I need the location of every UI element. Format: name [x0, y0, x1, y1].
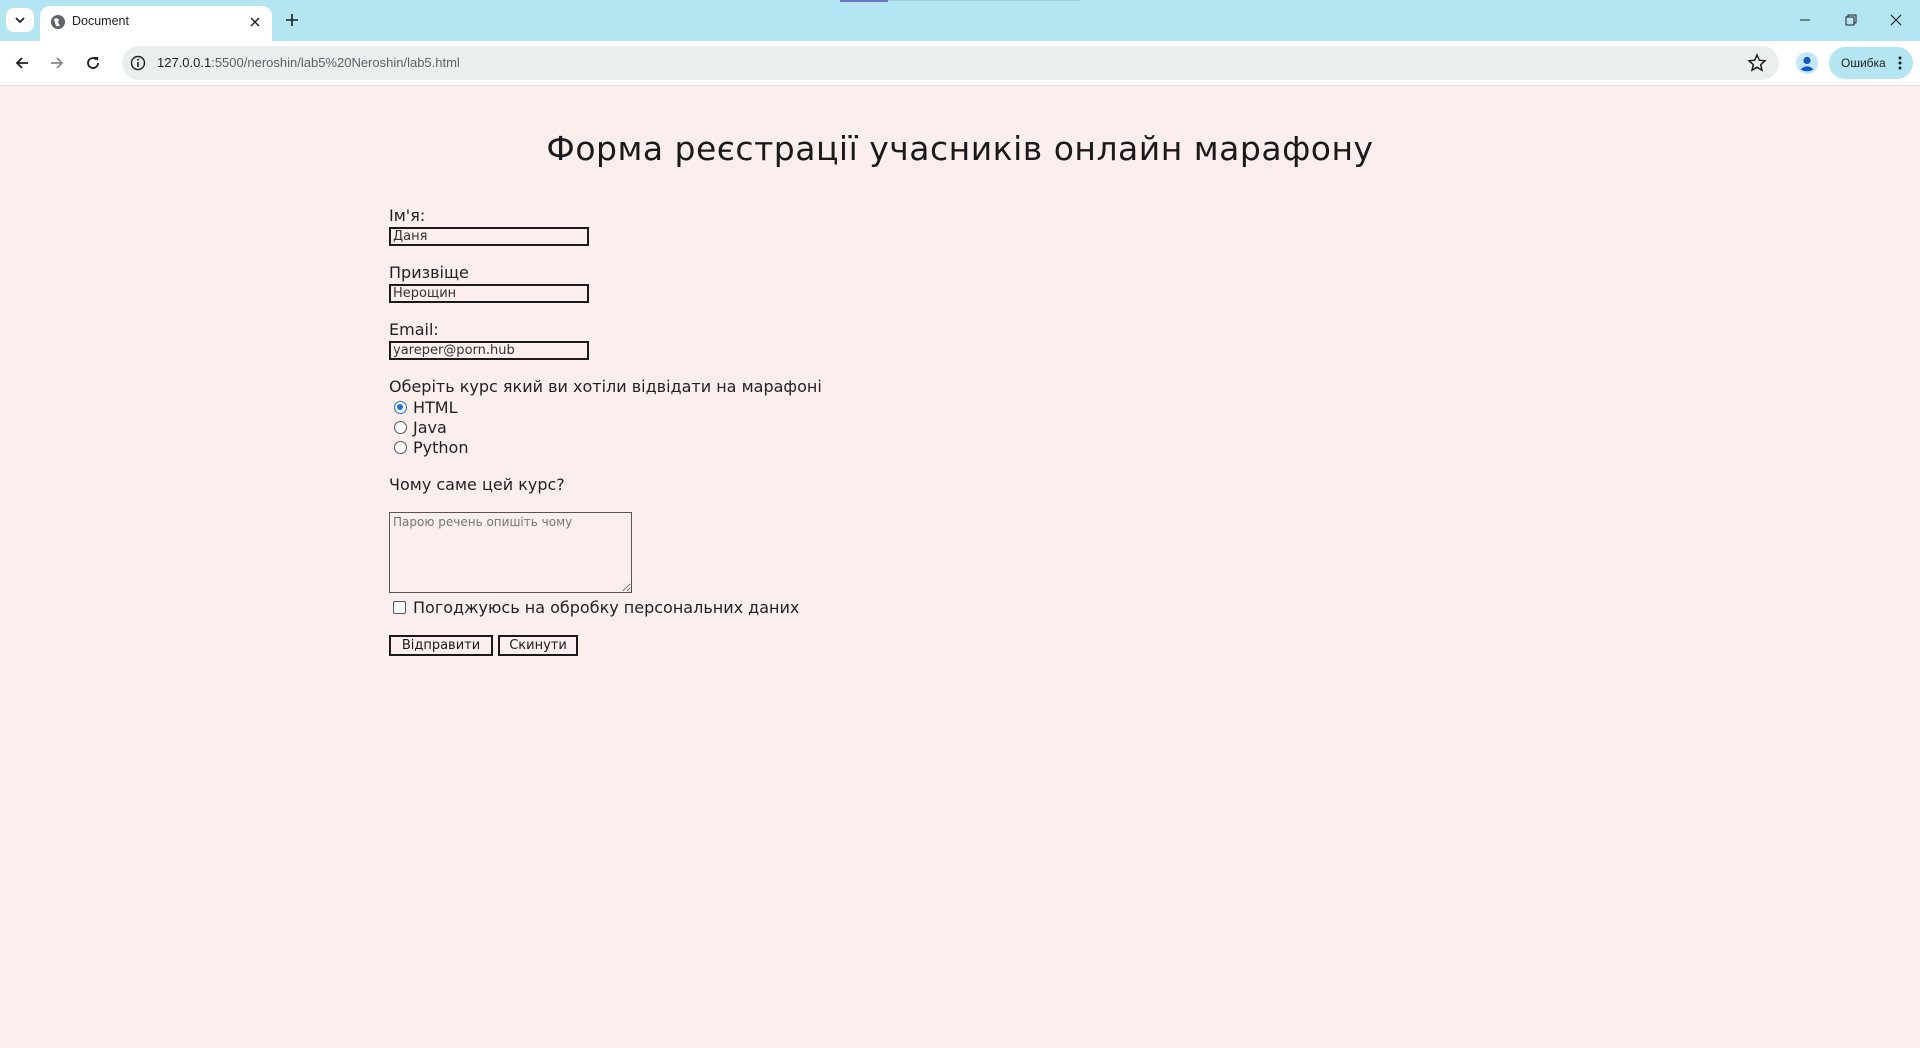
chevron-down-icon — [15, 17, 25, 24]
minimize-button[interactable] — [1790, 6, 1820, 34]
tab-title: Document — [72, 14, 129, 28]
close-icon — [250, 17, 260, 27]
email-label: Email: — [389, 320, 439, 339]
tab-strip-divider — [888, 0, 1080, 1]
reload-icon — [87, 57, 99, 69]
tab-search-button[interactable] — [6, 8, 34, 32]
last-name-label: Призвіще — [389, 263, 469, 282]
tab-strip: Document — [0, 0, 1920, 41]
star-icon[interactable] — [1747, 53, 1767, 73]
info-icon[interactable] — [130, 55, 146, 71]
course-question: Оберіть курс який ви хотіли відвідати на… — [389, 377, 822, 396]
first-name-label: Ім'я: — [389, 206, 426, 225]
consent-label: Погоджуюсь на обробку персональних даних — [413, 597, 800, 617]
close-window-button[interactable] — [1881, 6, 1911, 34]
url-path: :5500/neroshin/lab5%20Neroshin/lab5.html — [211, 55, 460, 70]
email-input[interactable] — [389, 341, 589, 360]
page-body: Форма реєстрації учасників онлайн марафо… — [0, 87, 1920, 1048]
reload-button[interactable] — [80, 50, 106, 76]
radio-label-html: HTML — [413, 397, 458, 417]
radio-html[interactable] — [394, 400, 407, 414]
tab-close-button[interactable] — [245, 12, 265, 32]
profile-error-label: Ошибка — [1841, 56, 1886, 70]
restore-icon — [1845, 14, 1857, 26]
consent-checkbox[interactable] — [393, 600, 406, 614]
tab-strip-accent — [840, 0, 888, 2]
browser-toolbar: 127.0.0.1:5500/neroshin/lab5%20Neroshin/… — [0, 41, 1920, 86]
page-title: Форма реєстрації учасників онлайн марафо… — [546, 129, 1374, 168]
profile-error-button[interactable]: Ошибка — [1829, 47, 1913, 79]
radio-python[interactable] — [394, 440, 407, 454]
address-bar[interactable]: 127.0.0.1:5500/neroshin/lab5%20Neroshin/… — [122, 46, 1779, 80]
arrow-left-icon — [15, 57, 28, 69]
arrow-right-icon — [51, 57, 64, 69]
last-name-input[interactable] — [389, 284, 589, 303]
url-text[interactable]: 127.0.0.1:5500/neroshin/lab5%20Neroshin/… — [157, 55, 460, 70]
back-button[interactable] — [9, 50, 35, 76]
new-tab-button[interactable] — [280, 8, 304, 32]
kebab-icon — [1898, 56, 1902, 70]
consent-row[interactable]: Погоджуюсь на обробку персональних даних — [389, 597, 799, 617]
course-option-python[interactable]: Python — [389, 437, 468, 457]
reason-label: Чому саме цей курс? — [389, 475, 565, 494]
reset-button[interactable]: Скинути — [498, 635, 578, 656]
minimize-icon — [1800, 19, 1810, 21]
radio-java[interactable] — [394, 420, 407, 434]
restore-button[interactable] — [1836, 6, 1866, 34]
radio-label-python: Python — [413, 437, 469, 457]
course-option-java[interactable]: Java — [389, 417, 447, 437]
globe-icon — [51, 15, 65, 29]
reason-textarea[interactable] — [389, 512, 632, 593]
plus-icon — [286, 14, 298, 26]
close-window-icon — [1890, 14, 1902, 26]
submit-button[interactable]: Відправити — [389, 635, 493, 656]
forward-button[interactable] — [44, 50, 70, 76]
person-icon[interactable] — [1795, 51, 1819, 75]
url-host: 127.0.0.1 — [157, 55, 212, 70]
tab-document[interactable]: Document — [40, 6, 272, 41]
first-name-input[interactable] — [389, 227, 589, 246]
radio-label-java: Java — [413, 417, 447, 437]
course-option-html[interactable]: HTML — [389, 397, 458, 417]
